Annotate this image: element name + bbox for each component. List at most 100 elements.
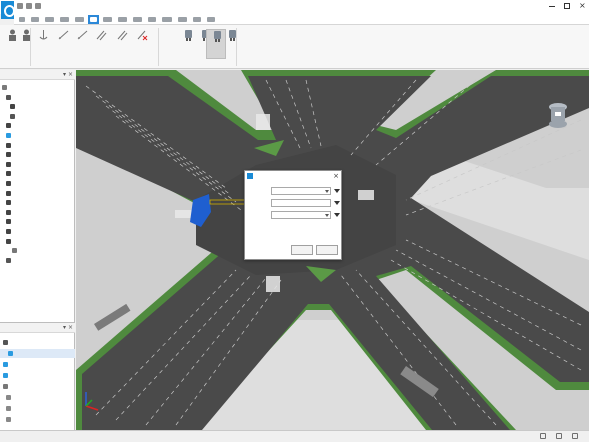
ribbon-group-separator	[236, 28, 237, 66]
watermark-text	[2, 434, 42, 439]
menu-tab[interactable]	[17, 15, 27, 24]
tree-item[interactable]	[0, 112, 75, 121]
properties-item[interactable]	[0, 415, 75, 424]
menu-tab-label	[75, 17, 84, 22]
tree-item[interactable]	[0, 160, 75, 169]
minimize-icon[interactable]	[549, 2, 555, 7]
tree-item[interactable]	[0, 121, 75, 130]
tree-item[interactable]	[0, 102, 75, 111]
maximize-icon[interactable]	[564, 3, 570, 9]
tree-item[interactable]	[0, 237, 75, 246]
tree-item-label	[10, 85, 40, 90]
menu-tab[interactable]	[131, 15, 144, 24]
menu-tab[interactable]	[160, 15, 174, 24]
field-3-select[interactable]	[271, 211, 331, 219]
menu-tab[interactable]	[29, 15, 41, 24]
field-2-input[interactable]	[271, 199, 331, 207]
folder-icon	[6, 94, 11, 100]
field-1-dropdown-icon[interactable]	[333, 187, 340, 195]
ribbon-group-separator	[158, 28, 159, 66]
properties-item[interactable]	[0, 404, 75, 413]
layer-icon	[6, 395, 11, 400]
field-3-label	[248, 212, 268, 217]
road-icon	[10, 104, 15, 110]
save-icon[interactable]	[17, 3, 23, 9]
ribbon-button[interactable]	[132, 29, 152, 59]
properties-item-label	[11, 373, 33, 378]
properties-item[interactable]	[0, 371, 75, 380]
panel-controls[interactable]: ▾ ×	[63, 71, 73, 78]
lines-icon	[96, 29, 107, 41]
tree-item[interactable]	[0, 217, 75, 226]
line-icon	[58, 29, 69, 41]
ribbon-button[interactable]	[112, 29, 132, 59]
properties-item-label	[11, 384, 25, 389]
tree-item[interactable]	[0, 169, 75, 178]
ribbon-button[interactable]	[72, 29, 92, 59]
tree-item[interactable]	[0, 93, 75, 102]
layer-icon	[3, 384, 8, 389]
menu-tab[interactable]	[88, 15, 99, 24]
properties-item[interactable]	[0, 393, 75, 402]
ribbon-button-label	[133, 45, 151, 50]
ribbon-button[interactable]	[33, 29, 53, 59]
dialog-close-button[interactable]: ×	[333, 172, 339, 180]
tree-item[interactable]	[0, 141, 75, 150]
properties-item[interactable]	[0, 338, 75, 347]
cancel-button[interactable]	[316, 245, 338, 255]
scene-panel-header: ▾ ×	[0, 70, 75, 80]
cancel-button-label	[322, 249, 332, 253]
menu-tab[interactable]	[146, 15, 158, 24]
close-icon[interactable]: ×	[579, 2, 586, 10]
redo-icon[interactable]	[35, 3, 41, 9]
menu-tab[interactable]	[191, 15, 203, 24]
tree-item[interactable]	[0, 246, 75, 255]
field-3-dropdown-icon[interactable]	[333, 211, 340, 219]
ribbon-button-label	[54, 45, 72, 50]
undo-icon[interactable]	[26, 3, 32, 9]
tree-item[interactable]	[0, 227, 75, 236]
app-logo-icon[interactable]	[1, 1, 15, 19]
snap-icon[interactable]	[556, 433, 562, 439]
menu-tab[interactable]	[205, 15, 217, 24]
properties-item[interactable]	[0, 382, 75, 391]
tree-item[interactable]	[0, 198, 75, 207]
ribbon-button[interactable]	[91, 29, 111, 59]
tree-item[interactable]	[0, 131, 75, 140]
tree-item[interactable]	[0, 208, 75, 217]
tree-item[interactable]	[0, 179, 75, 188]
tree-item[interactable]	[0, 83, 75, 92]
properties-item[interactable]	[0, 349, 75, 358]
anchor-icon	[38, 29, 49, 41]
tree-item-label	[14, 210, 40, 215]
line-icon	[77, 29, 88, 41]
menu-tab[interactable]	[116, 15, 129, 24]
window-title	[258, 3, 348, 10]
properties-item[interactable]	[0, 360, 75, 369]
status-text	[90, 434, 200, 439]
field-2-dropdown-icon[interactable]	[333, 199, 340, 207]
zoom-icon[interactable]	[572, 433, 578, 439]
panel-controls[interactable]: ▾ ×	[63, 324, 73, 331]
properties-panel-title	[3, 325, 23, 330]
menu-tab[interactable]	[73, 15, 86, 24]
ribbon-button[interactable]	[222, 29, 242, 59]
field-1-select[interactable]	[271, 187, 331, 195]
tree-item[interactable]	[0, 150, 75, 159]
menu-tab[interactable]	[43, 15, 56, 24]
road-icon	[6, 257, 11, 263]
tree-item[interactable]	[0, 189, 75, 198]
ribbon-button[interactable]	[53, 29, 73, 59]
ok-button[interactable]	[291, 245, 313, 255]
road-icon	[6, 219, 11, 225]
grid-icon[interactable]	[540, 433, 546, 439]
ribbon-button-label	[92, 45, 110, 50]
menu-tab-label	[118, 17, 127, 22]
menu-tab[interactable]	[101, 15, 114, 24]
menu-tab[interactable]	[58, 15, 71, 24]
tree-item-label	[14, 200, 38, 205]
menu-tab[interactable]	[176, 15, 189, 24]
properties-item-label	[14, 406, 38, 411]
navigation-cube-icon[interactable]	[547, 102, 569, 134]
tree-item[interactable]	[0, 256, 75, 265]
